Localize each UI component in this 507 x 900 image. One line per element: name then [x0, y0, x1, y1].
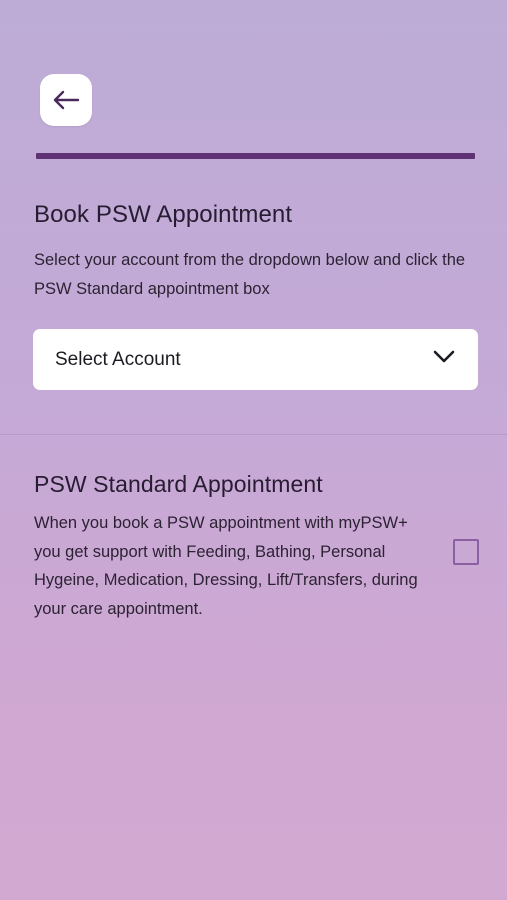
back-button[interactable] [40, 74, 92, 126]
section-divider [0, 434, 507, 435]
page-title: Book PSW Appointment [34, 201, 293, 228]
account-select-label: Select Account [55, 348, 181, 370]
standard-appointment-checkbox[interactable] [453, 539, 479, 565]
standard-appointment-description: When you book a PSW appointment with myP… [34, 514, 418, 618]
instructions-text: Select your account from the dropdown be… [34, 251, 466, 298]
chevron-down-icon [433, 350, 455, 369]
progress-bar [36, 153, 475, 159]
account-select-dropdown[interactable]: Select Account [33, 329, 478, 390]
standard-appointment-title: PSW Standard Appointment [34, 471, 323, 497]
arrow-left-icon [51, 89, 81, 111]
